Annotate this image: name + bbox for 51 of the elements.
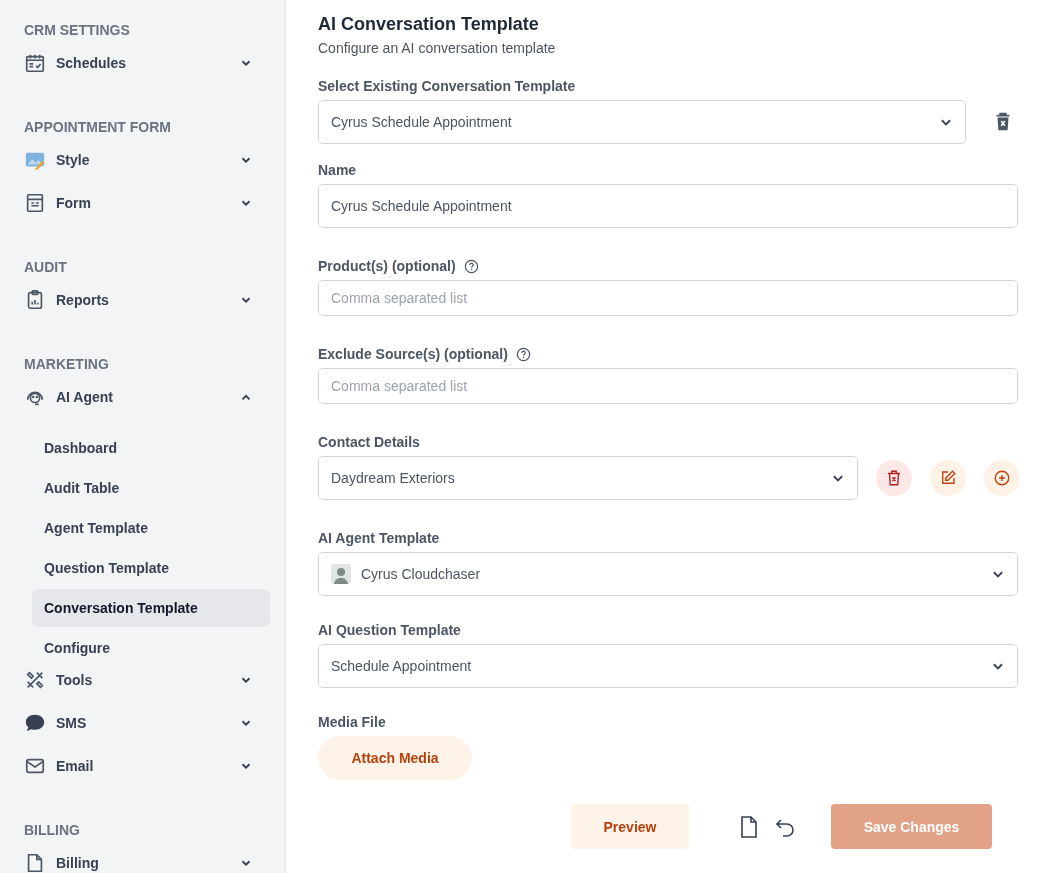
sidebar-item[interactable]: Style [24,149,269,171]
submenu-item[interactable]: Configure [32,629,270,667]
submenu-item[interactable]: Dashboard [32,429,270,467]
text-input[interactable]: Comma separated list [318,368,1018,404]
tools-icon [24,669,46,691]
field-label: Contact Details [318,434,420,450]
sidebar-item[interactable]: Email [24,755,269,777]
select-field[interactable]: Daydream Exteriors [318,456,858,500]
attach-media-button[interactable]: Attach Media [318,736,472,780]
page-title: AI Conversation Template [318,14,540,36]
section-heading: BILLING [24,821,81,840]
delete-button[interactable] [876,460,912,496]
sms-icon [24,712,46,734]
help-icon[interactable] [515,346,531,362]
help-icon[interactable] [463,258,479,274]
field-label: AI Agent Template [318,530,440,546]
submenu-item[interactable]: Audit Table [32,469,270,507]
preview-button[interactable]: Preview [571,804,689,849]
add-button[interactable] [984,460,1020,496]
select-field[interactable]: Schedule Appointment [318,644,1018,688]
text-input[interactable]: Comma separated list [318,280,1018,316]
section-heading: MARKETING [24,355,110,374]
calendar-icon [24,52,46,74]
section-heading: APPOINTMENT FORM [24,118,172,137]
field-label: Select Existing Conversation Template [318,78,576,94]
edit-icon [939,469,957,487]
sidebar-item[interactable]: Tools [24,669,269,691]
submenu-item[interactable]: Question Template [32,549,270,587]
text-input[interactable]: Cyrus Schedule Appointment [318,184,1018,228]
sidebar-item[interactable]: Billing [24,852,269,873]
page-subtitle: Configure an AI conversation template [318,40,557,58]
section-heading: AUDIT [24,258,68,277]
sidebar-item[interactable]: SMS [24,712,269,734]
sidebar-item[interactable]: Form [24,192,269,214]
section-heading: CRM SETTINGS [24,21,131,40]
field-label: AI Question Template [318,622,461,638]
field-label: Media File [318,714,386,730]
form-icon [24,192,46,214]
select-field[interactable]: Cyrus Cloudchaser [318,552,1018,596]
edit-button[interactable] [930,460,966,496]
field-label: Name [318,162,357,178]
field-label: Product(s) (optional) [318,258,456,274]
plus-circle-icon [993,469,1011,487]
field-label: Exclude Source(s) (optional) [318,346,508,362]
submenu-item[interactable]: Conversation Template [32,589,270,627]
trash-icon [885,469,903,487]
select-field[interactable]: Cyrus Schedule Appointment [318,100,966,144]
submenu-item[interactable]: Agent Template [32,509,270,547]
sidebar-item[interactable]: Schedules [24,52,269,74]
sidebar-item[interactable]: Reports [24,289,269,311]
sidebar-item[interactable]: AI Agent [24,386,269,408]
